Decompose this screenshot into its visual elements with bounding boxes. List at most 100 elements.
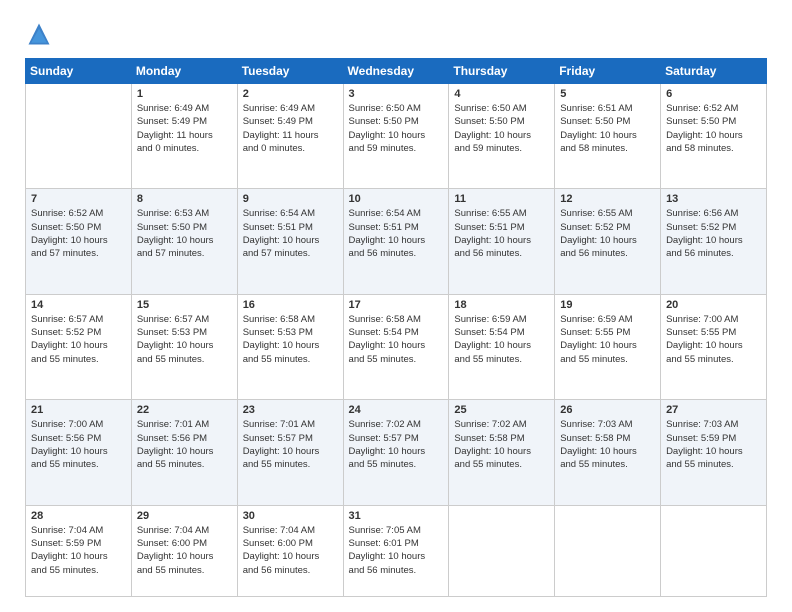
calendar-week-4: 21 Sunrise: 7:00 AM Sunset: 5:56 PM Dayli… — [26, 400, 767, 505]
day-info: Sunrise: 6:59 AM Sunset: 5:54 PM Dayligh… — [454, 313, 549, 366]
day-number: 19 — [560, 299, 655, 311]
calendar-cell: 29 Sunrise: 7:04 AM Sunset: 6:00 PM Dayli… — [131, 505, 237, 596]
calendar-cell: 1 Sunrise: 6:49 AM Sunset: 5:49 PM Daylig… — [131, 84, 237, 189]
day-info: Sunrise: 7:01 AM Sunset: 5:57 PM Dayligh… — [243, 418, 338, 471]
day-info: Sunrise: 6:50 AM Sunset: 5:50 PM Dayligh… — [454, 102, 549, 155]
day-number: 13 — [666, 193, 761, 205]
calendar-cell: 5 Sunrise: 6:51 AM Sunset: 5:50 PM Daylig… — [555, 84, 661, 189]
calendar-cell: 3 Sunrise: 6:50 AM Sunset: 5:50 PM Daylig… — [343, 84, 449, 189]
day-number: 30 — [243, 510, 338, 522]
calendar-cell: 8Sunrise: 6:53 AM Sunset: 5:50 PM Daylig… — [131, 189, 237, 294]
day-number: 28 — [31, 510, 126, 522]
day-number: 31 — [349, 510, 444, 522]
day-info: Sunrise: 6:56 AM Sunset: 5:52 PM Dayligh… — [666, 207, 761, 260]
calendar-cell: 31 Sunrise: 7:05 AM Sunset: 6:01 PM Dayli… — [343, 505, 449, 596]
day-number: 3 — [349, 88, 444, 100]
day-number: 10 — [349, 193, 444, 205]
day-number: 18 — [454, 299, 549, 311]
day-info: Sunrise: 6:58 AM Sunset: 5:53 PM Dayligh… — [243, 313, 338, 366]
logo-icon — [25, 20, 53, 48]
day-info: Sunrise: 7:04 AM Sunset: 6:00 PM Dayligh… — [137, 524, 232, 577]
day-number: 6 — [666, 88, 761, 100]
day-info: Sunrise: 7:02 AM Sunset: 5:57 PM Dayligh… — [349, 418, 444, 471]
calendar-week-3: 14Sunrise: 6:57 AM Sunset: 5:52 PM Dayli… — [26, 294, 767, 399]
day-number: 21 — [31, 404, 126, 416]
calendar-cell: 10 Sunrise: 6:54 AM Sunset: 5:51 PM Dayli… — [343, 189, 449, 294]
calendar-cell: 25 Sunrise: 7:02 AM Sunset: 5:58 PM Dayli… — [449, 400, 555, 505]
calendar-cell: 27 Sunrise: 7:03 AM Sunset: 5:59 PM Dayli… — [661, 400, 767, 505]
calendar-cell: 9 Sunrise: 6:54 AM Sunset: 5:51 PM Daylig… — [237, 189, 343, 294]
calendar-cell: 17 Sunrise: 6:58 AM Sunset: 5:54 PM Dayli… — [343, 294, 449, 399]
calendar-table: SundayMondayTuesdayWednesdayThursdayFrid… — [25, 58, 767, 597]
calendar-cell: 4 Sunrise: 6:50 AM Sunset: 5:50 PM Daylig… — [449, 84, 555, 189]
weekday-header-friday: Friday — [555, 59, 661, 84]
day-number: 24 — [349, 404, 444, 416]
calendar-cell — [555, 505, 661, 596]
calendar-cell: 28 Sunrise: 7:04 AM Sunset: 5:59 PM Dayli… — [26, 505, 132, 596]
day-number: 14 — [31, 299, 126, 311]
weekday-header-monday: Monday — [131, 59, 237, 84]
weekday-header-sunday: Sunday — [26, 59, 132, 84]
calendar-cell: 30 Sunrise: 7:04 AM Sunset: 6:00 PM Dayli… — [237, 505, 343, 596]
day-number: 23 — [243, 404, 338, 416]
day-number: 7 — [31, 193, 126, 205]
day-info: Sunrise: 6:49 AM Sunset: 5:49 PM Dayligh… — [137, 102, 232, 155]
calendar-cell: 6 Sunrise: 6:52 AM Sunset: 5:50 PM Daylig… — [661, 84, 767, 189]
day-info: Sunrise: 6:55 AM Sunset: 5:51 PM Dayligh… — [454, 207, 549, 260]
day-info: Sunrise: 6:58 AM Sunset: 5:54 PM Dayligh… — [349, 313, 444, 366]
day-number: 27 — [666, 404, 761, 416]
day-info: Sunrise: 6:54 AM Sunset: 5:51 PM Dayligh… — [243, 207, 338, 260]
calendar-cell: 7 Sunrise: 6:52 AM Sunset: 5:50 PM Daylig… — [26, 189, 132, 294]
day-info: Sunrise: 6:57 AM Sunset: 5:53 PM Dayligh… — [137, 313, 232, 366]
day-number: 8 — [137, 193, 232, 205]
day-number: 17 — [349, 299, 444, 311]
day-number: 20 — [666, 299, 761, 311]
day-info: Sunrise: 6:52 AM Sunset: 5:50 PM Dayligh… — [31, 207, 126, 260]
page: SundayMondayTuesdayWednesdayThursdayFrid… — [0, 0, 792, 612]
day-info: Sunrise: 6:59 AM Sunset: 5:55 PM Dayligh… — [560, 313, 655, 366]
calendar-cell — [661, 505, 767, 596]
day-info: Sunrise: 6:49 AM Sunset: 5:49 PM Dayligh… — [243, 102, 338, 155]
day-number: 15 — [137, 299, 232, 311]
day-number: 12 — [560, 193, 655, 205]
day-info: Sunrise: 7:05 AM Sunset: 6:01 PM Dayligh… — [349, 524, 444, 577]
day-info: Sunrise: 7:03 AM Sunset: 5:59 PM Dayligh… — [666, 418, 761, 471]
day-info: Sunrise: 7:04 AM Sunset: 6:00 PM Dayligh… — [243, 524, 338, 577]
day-number: 16 — [243, 299, 338, 311]
calendar-cell — [26, 84, 132, 189]
day-info: Sunrise: 7:00 AM Sunset: 5:56 PM Dayligh… — [31, 418, 126, 471]
day-number: 26 — [560, 404, 655, 416]
day-info: Sunrise: 7:01 AM Sunset: 5:56 PM Dayligh… — [137, 418, 232, 471]
day-number: 25 — [454, 404, 549, 416]
day-number: 9 — [243, 193, 338, 205]
day-number: 5 — [560, 88, 655, 100]
weekday-header-thursday: Thursday — [449, 59, 555, 84]
calendar-cell: 22Sunrise: 7:01 AM Sunset: 5:56 PM Dayli… — [131, 400, 237, 505]
day-number: 29 — [137, 510, 232, 522]
weekday-header-wednesday: Wednesday — [343, 59, 449, 84]
day-number: 11 — [454, 193, 549, 205]
calendar-week-5: 28 Sunrise: 7:04 AM Sunset: 5:59 PM Dayli… — [26, 505, 767, 596]
day-number: 1 — [137, 88, 232, 100]
calendar-cell: 20 Sunrise: 7:00 AM Sunset: 5:55 PM Dayli… — [661, 294, 767, 399]
day-info: Sunrise: 7:00 AM Sunset: 5:55 PM Dayligh… — [666, 313, 761, 366]
day-info: Sunrise: 6:51 AM Sunset: 5:50 PM Dayligh… — [560, 102, 655, 155]
calendar-cell: 21 Sunrise: 7:00 AM Sunset: 5:56 PM Dayli… — [26, 400, 132, 505]
calendar-cell: 14Sunrise: 6:57 AM Sunset: 5:52 PM Dayli… — [26, 294, 132, 399]
calendar-cell: 11 Sunrise: 6:55 AM Sunset: 5:51 PM Dayli… — [449, 189, 555, 294]
calendar-cell — [449, 505, 555, 596]
header — [25, 20, 767, 48]
day-info: Sunrise: 6:50 AM Sunset: 5:50 PM Dayligh… — [349, 102, 444, 155]
calendar-cell: 15 Sunrise: 6:57 AM Sunset: 5:53 PM Dayli… — [131, 294, 237, 399]
calendar-cell: 24 Sunrise: 7:02 AM Sunset: 5:57 PM Dayli… — [343, 400, 449, 505]
weekday-header-saturday: Saturday — [661, 59, 767, 84]
calendar-cell: 23 Sunrise: 7:01 AM Sunset: 5:57 PM Dayli… — [237, 400, 343, 505]
calendar-cell: 2Sunrise: 6:49 AM Sunset: 5:49 PM Daylig… — [237, 84, 343, 189]
calendar-cell: 18 Sunrise: 6:59 AM Sunset: 5:54 PM Dayli… — [449, 294, 555, 399]
day-info: Sunrise: 6:55 AM Sunset: 5:52 PM Dayligh… — [560, 207, 655, 260]
day-info: Sunrise: 6:52 AM Sunset: 5:50 PM Dayligh… — [666, 102, 761, 155]
day-info: Sunrise: 7:02 AM Sunset: 5:58 PM Dayligh… — [454, 418, 549, 471]
day-number: 4 — [454, 88, 549, 100]
day-info: Sunrise: 6:54 AM Sunset: 5:51 PM Dayligh… — [349, 207, 444, 260]
day-info: Sunrise: 7:04 AM Sunset: 5:59 PM Dayligh… — [31, 524, 126, 577]
